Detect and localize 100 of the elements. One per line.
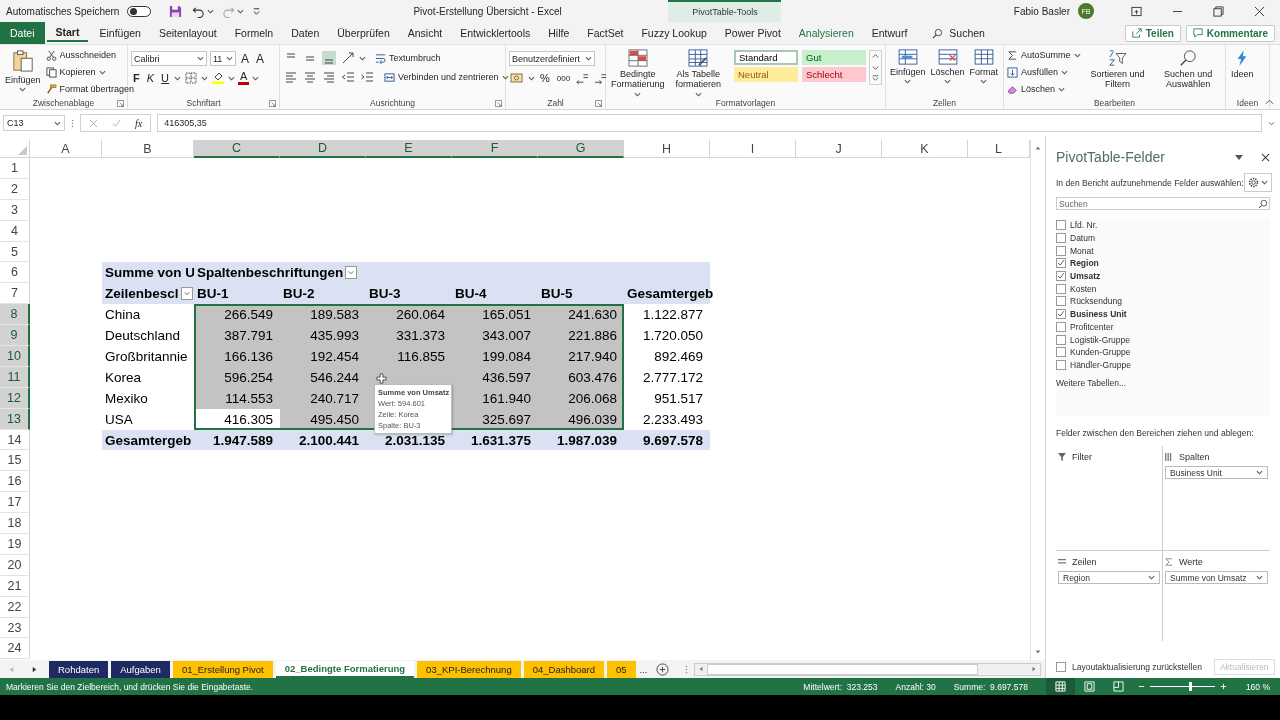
ribbon-tab[interactable]: Power Pivot [715, 22, 790, 44]
column-header[interactable]: H [624, 140, 710, 158]
number-format-dropdown[interactable]: Benutzerdefiniert [509, 51, 595, 66]
increase-decimal-icon[interactable] [575, 71, 591, 85]
column-header[interactable]: C [194, 140, 280, 158]
field-checkbox[interactable] [1056, 220, 1066, 231]
row-header[interactable]: 2 [0, 178, 30, 200]
text-align-icon[interactable] [283, 70, 299, 84]
row-header[interactable]: 18 [0, 513, 30, 535]
dropdown-icon[interactable] [1235, 154, 1243, 160]
row-header[interactable]: 13 [0, 408, 30, 430]
dialog-launcher-icon[interactable] [269, 100, 276, 107]
ribbon-display-icon[interactable] [1131, 5, 1142, 17]
font-size-dropdown[interactable]: 11 [210, 51, 236, 66]
percent-button[interactable]: % [538, 72, 552, 84]
conditional-formatting-button[interactable]: Bedingte Formatierung [609, 48, 667, 98]
orientation-icon[interactable] [340, 51, 356, 65]
decrease-decimal-icon[interactable] [593, 71, 609, 85]
bold-button[interactable]: F [131, 72, 142, 84]
underline-button[interactable]: U [159, 72, 172, 84]
column-header[interactable]: G [538, 140, 624, 158]
expand-icon[interactable] [1268, 120, 1275, 126]
field-name[interactable]: Monat [1070, 245, 1094, 256]
currency-icon[interactable] [509, 71, 525, 85]
customize-icon[interactable] [252, 6, 262, 16]
view-button[interactable] [1045, 678, 1075, 695]
sheet-tab[interactable]: Aufgaben [111, 660, 170, 678]
column-header[interactable]: E [366, 140, 452, 158]
row-header[interactable]: 4 [0, 220, 30, 242]
zoom-out-icon[interactable] [1137, 683, 1145, 690]
scroll-right-icon[interactable] [1031, 666, 1037, 672]
row-header[interactable]: 17 [0, 492, 30, 514]
field-name[interactable]: Rücksendung [1070, 296, 1122, 307]
row-header[interactable]: 3 [0, 199, 30, 221]
sheet-tab[interactable]: 04_Dashboard [523, 660, 604, 678]
clear-button[interactable]: Löschen [1007, 82, 1081, 96]
column-header[interactable]: J [796, 140, 882, 158]
delete-cells-button[interactable]: Löschen [929, 48, 966, 86]
settings-button[interactable] [1243, 173, 1272, 192]
zoom-level[interactable]: 160 % [1245, 681, 1270, 692]
restore-icon[interactable] [1213, 5, 1224, 17]
insert-function-button[interactable]: fx [135, 117, 143, 129]
sheet-tab[interactable]: Rohdaten [49, 660, 109, 678]
fill-button[interactable]: Ausfüllen [1007, 65, 1081, 79]
area-field[interactable]: Region [1058, 571, 1160, 585]
row-header[interactable]: 12 [0, 387, 30, 409]
autosum-button[interactable]: AutoSumme [1007, 48, 1081, 62]
column-header[interactable]: K [882, 140, 968, 158]
filter-button[interactable] [180, 287, 193, 301]
ribbon-tab[interactable]: Start [46, 24, 89, 42]
row-header[interactable]: 11 [0, 366, 30, 388]
dialog-launcher-icon[interactable] [495, 100, 502, 107]
row-header[interactable]: 23 [0, 617, 30, 639]
row-header[interactable]: 16 [0, 471, 30, 493]
field-name[interactable]: Kosten [1070, 283, 1097, 294]
area-field[interactable]: Summe von Umsatz [1165, 571, 1268, 585]
thousands-button[interactable]: 000 [554, 73, 573, 83]
field-name[interactable]: Business Unit [1070, 309, 1127, 320]
ribbon-tab[interactable]: Hilfe [539, 22, 579, 44]
dialog-launcher-icon[interactable] [595, 100, 602, 107]
sort-filter-button[interactable]: Sortieren und Filtern [1083, 48, 1152, 91]
field-checkbox[interactable] [1056, 334, 1066, 345]
row-header[interactable]: 1 [0, 158, 30, 179]
row-header[interactable]: 24 [0, 638, 30, 660]
paste-button[interactable]: Einfügen [3, 48, 43, 94]
close-icon[interactable] [1261, 152, 1270, 162]
more-tables-link[interactable]: Weitere Tabellen... [1056, 378, 1127, 389]
ribbon-tab[interactable]: Datei [0, 22, 45, 44]
row-header[interactable]: 19 [0, 534, 30, 555]
add-sheet-icon[interactable] [655, 662, 669, 676]
ribbon-tab[interactable]: FactSet [578, 22, 633, 44]
row-header[interactable]: 7 [0, 283, 30, 305]
ribbon-tab[interactable]: Überprüfen [328, 22, 399, 44]
row-header[interactable]: 6 [0, 262, 30, 284]
cancel-icon[interactable] [89, 118, 98, 128]
column-header[interactable]: D [280, 140, 366, 158]
scroll-down-icon[interactable] [1034, 648, 1042, 656]
field-name[interactable]: Umsatz [1070, 271, 1101, 282]
field-checkbox[interactable] [1056, 245, 1066, 256]
ribbon-tab[interactable]: Seitenlayout [149, 22, 226, 44]
row-header[interactable]: 5 [0, 241, 30, 263]
scroll-down-icon[interactable] [871, 63, 880, 72]
cell-style[interactable]: Standard [734, 50, 798, 65]
defer-checkbox[interactable] [1056, 662, 1066, 672]
name-box[interactable]: C13 [3, 115, 65, 131]
sheet-tab[interactable]: 03_KPI-Berechnung [417, 660, 521, 678]
field-search-input[interactable]: Suchen [1056, 197, 1270, 210]
field-checkbox[interactable] [1056, 271, 1066, 282]
field-checkbox[interactable] [1056, 359, 1066, 370]
wrap-text-button[interactable]: Textumbruch [375, 51, 441, 65]
insert-cells-button[interactable]: Einfügen [889, 48, 927, 86]
font-family-dropdown[interactable]: Calibri [131, 51, 207, 66]
scroll-up-icon[interactable] [871, 52, 880, 61]
field-name[interactable]: Region [1070, 258, 1099, 269]
fill-color-icon[interactable] [211, 72, 226, 84]
text-align-icon[interactable] [302, 70, 318, 84]
close-icon[interactable] [1254, 5, 1265, 17]
field-name[interactable]: Logistik-Gruppe [1070, 334, 1130, 345]
field-checkbox[interactable] [1056, 309, 1066, 320]
format-cells-button[interactable]: Format [968, 48, 1000, 86]
